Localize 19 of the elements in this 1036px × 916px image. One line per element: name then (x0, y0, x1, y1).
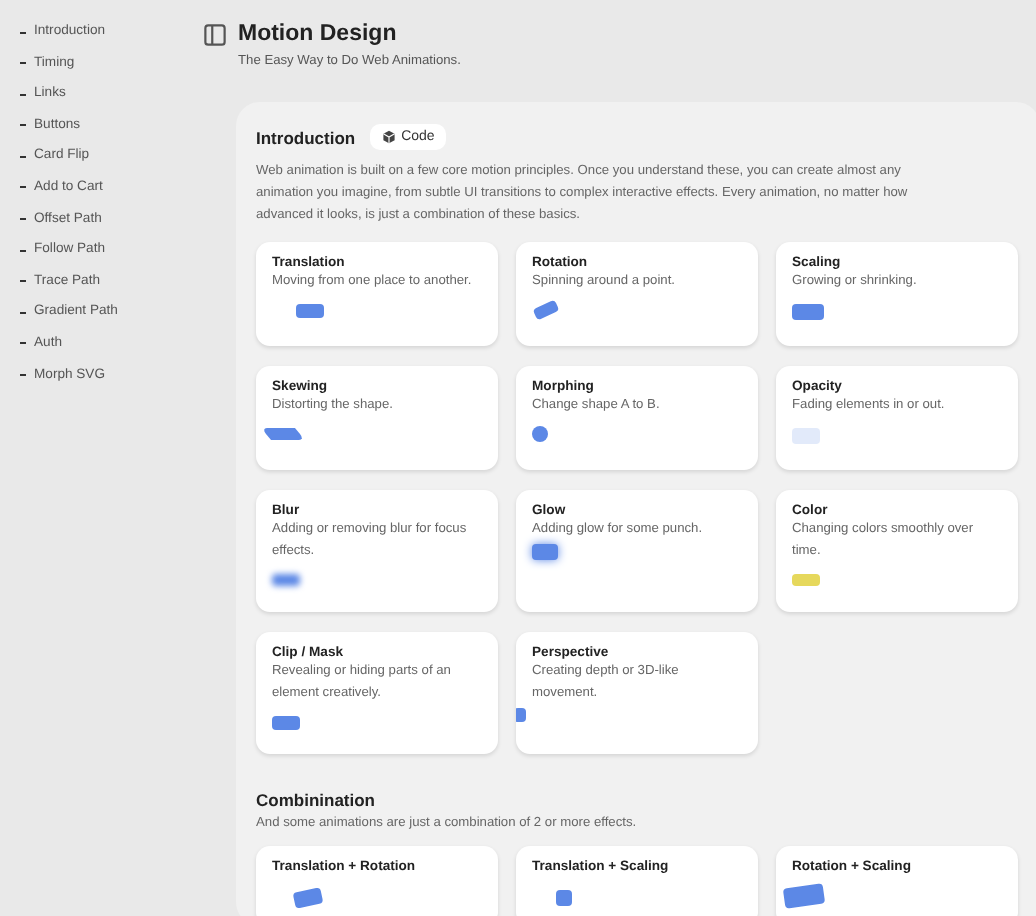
section-title: Combinination (256, 790, 377, 810)
cube-icon (381, 130, 396, 144)
tilted-rectangle-icon (292, 887, 324, 909)
page-title: Motion Design (238, 22, 399, 46)
sidebar-toggle-icon[interactable] (204, 24, 226, 46)
rectangle-icon (556, 890, 572, 906)
dash-icon (20, 155, 26, 158)
faded-rectangle-icon (792, 428, 820, 444)
dash-icon (20, 311, 26, 314)
wide-rectangle-icon (792, 304, 824, 320)
circle-icon (532, 426, 548, 442)
glowing-rectangle-icon (532, 544, 558, 560)
tilted-rectangle-icon (532, 299, 560, 321)
tilted-rectangle-icon (782, 883, 826, 909)
section-title: Introduction (256, 127, 356, 147)
dash-icon (20, 62, 26, 65)
dash-icon (20, 374, 26, 377)
parallelogram-icon (260, 428, 306, 440)
dash-icon (20, 218, 26, 221)
